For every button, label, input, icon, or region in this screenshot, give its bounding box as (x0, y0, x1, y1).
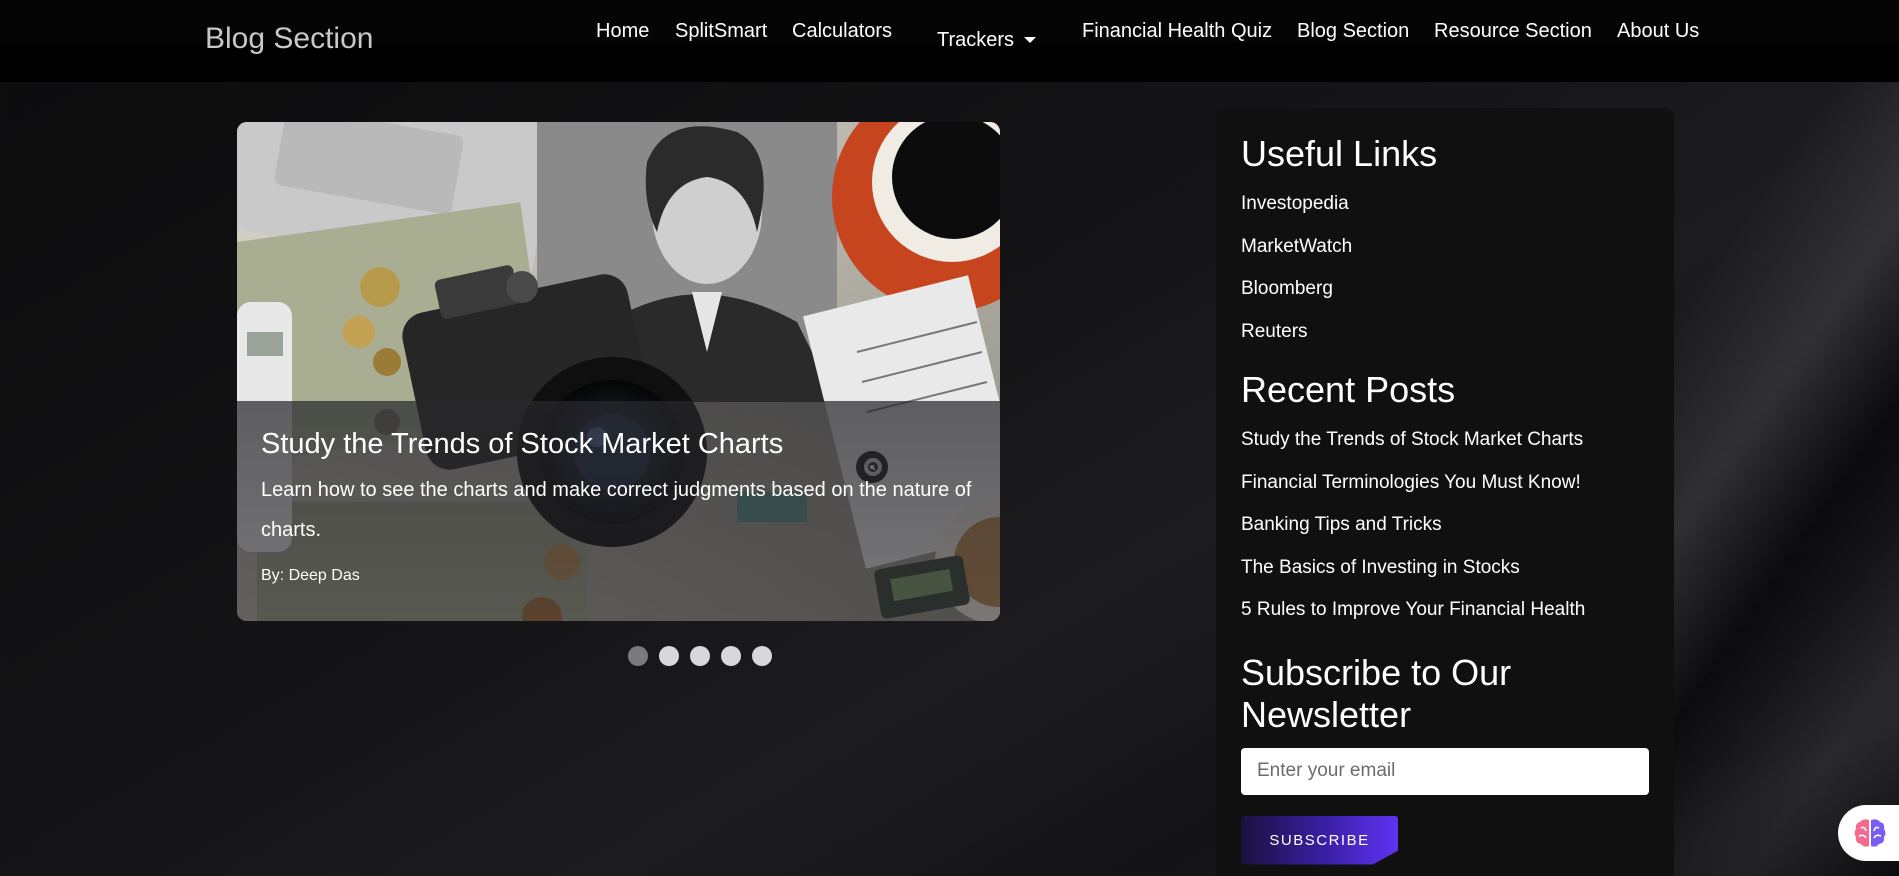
recent-posts-list: Study the Trends of Stock Market Charts … (1241, 419, 1649, 632)
recent-post-link[interactable]: Study the Trends of Stock Market Charts (1241, 419, 1649, 462)
recent-post-link[interactable]: 5 Rules to Improve Your Financial Health (1241, 589, 1649, 632)
slide-caption: Study the Trends of Stock Market Charts … (237, 401, 1000, 621)
chat-widget-button[interactable] (1838, 805, 1899, 861)
nav-home[interactable]: Home (596, 20, 649, 43)
nav-splitsmart[interactable]: SplitSmart (675, 20, 767, 43)
brain-icon (1854, 819, 1886, 847)
link-reuters[interactable]: Reuters (1241, 311, 1649, 354)
link-marketwatch[interactable]: MarketWatch (1241, 226, 1649, 269)
nav-trackers-label: Trackers (937, 29, 1015, 51)
recent-post-link[interactable]: Banking Tips and Tricks (1241, 504, 1649, 547)
link-bloomberg[interactable]: Bloomberg (1241, 268, 1649, 311)
slide-title[interactable]: Study the Trends of Stock Market Charts (261, 426, 976, 462)
nav-blog-section[interactable]: Blog Section (1297, 20, 1409, 43)
slide-author: By: Deep Das (261, 567, 360, 584)
link-investopedia[interactable]: Investopedia (1241, 183, 1649, 226)
newsletter-email-input[interactable] (1241, 747, 1649, 795)
navbar: Blog Section Home SplitSmart Calculators… (0, 0, 1899, 82)
carousel-dot-5[interactable] (752, 646, 772, 666)
carousel-dot-2[interactable] (659, 646, 679, 666)
nav-links: Home SplitSmart Calculators Trackers Fin… (0, 18, 1899, 58)
recent-post-link[interactable]: The Basics of Investing in Stocks (1241, 547, 1649, 590)
nav-about-us[interactable]: About Us (1617, 20, 1699, 43)
nav-financial-health-quiz[interactable]: Financial Health Quiz (1082, 20, 1272, 43)
sidebar: Useful Links Investopedia MarketWatch Bl… (1216, 108, 1674, 876)
useful-links-list: Investopedia MarketWatch Bloomberg Reute… (1241, 183, 1649, 353)
nav-trackers-dropdown[interactable]: Trackers (937, 29, 1037, 52)
carousel-dot-4[interactable] (721, 646, 741, 666)
slide-description: Learn how to see the charts and make cor… (261, 479, 972, 541)
nav-resource-section[interactable]: Resource Section (1434, 20, 1592, 43)
useful-links-heading: Useful Links (1241, 133, 1438, 174)
nav-calculators[interactable]: Calculators (792, 20, 892, 43)
caret-down-icon (1024, 36, 1037, 43)
recent-posts-heading: Recent Posts (1241, 369, 1456, 410)
recent-post-link[interactable]: Financial Terminologies You Must Know! (1241, 462, 1649, 505)
newsletter-heading: Subscribe to Our Newsletter (1241, 651, 1512, 735)
blog-carousel[interactable]: Study the Trends of Stock Market Charts … (237, 122, 1000, 621)
subscribe-button[interactable]: SUBSCRIBE (1241, 815, 1398, 865)
carousel-dot-1[interactable] (628, 646, 648, 666)
carousel-dot-3[interactable] (690, 646, 710, 666)
